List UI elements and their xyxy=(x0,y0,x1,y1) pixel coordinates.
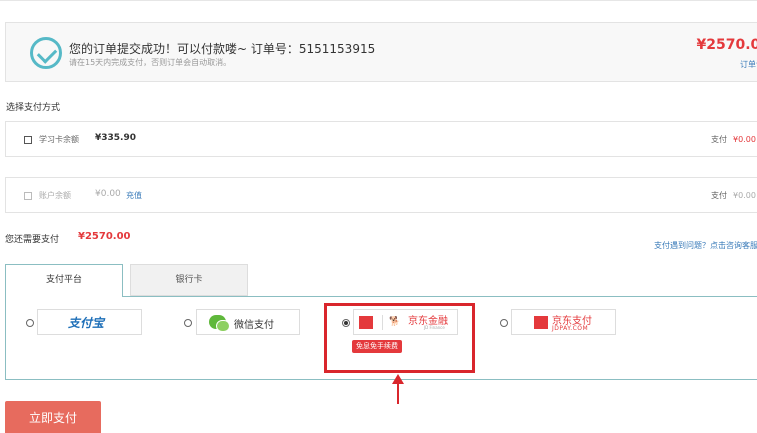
wechat-pay-label: 微信支付 xyxy=(234,320,274,331)
order-detail-link[interactable]: 订单详情 xyxy=(740,59,757,70)
alipay-option[interactable]: 支付宝 xyxy=(37,309,142,335)
pay-value: ¥0.00 xyxy=(733,191,756,200)
payment-method-heading: 选择支付方式 xyxy=(6,103,61,113)
study-card-label: 学习卡余额 xyxy=(39,135,79,144)
pay-now-button[interactable]: 立即支付 xyxy=(5,401,101,433)
wechat-icon xyxy=(209,315,230,332)
need-pay-amount: ¥2570.00 xyxy=(78,231,131,242)
account-balance-pay: 支付 ¥0.00 xyxy=(711,190,756,201)
payment-help-link[interactable]: 支付遇到问题？点击咨询客服 xyxy=(654,240,757,251)
highlight-frame xyxy=(324,303,475,373)
account-balance-checkbox[interactable] xyxy=(24,192,32,200)
account-balance-row: 账户余额 ¥0.00 充值 支付 ¥0.00 xyxy=(5,177,757,213)
jd-pay-option[interactable]: 京东支付 JDPAY.COM xyxy=(511,309,616,335)
wechat-pay-option[interactable]: 微信支付 xyxy=(196,309,300,335)
tab-payment-platform[interactable]: 支付平台 xyxy=(5,264,123,297)
jd-pay-sub: JDPAY.COM xyxy=(552,325,589,332)
alipay-logo: 支付宝 xyxy=(68,316,105,330)
success-title: 您的订单提交成功！可以付款喽~ 订单号：5151153915 xyxy=(69,42,376,56)
arrow-up-icon xyxy=(392,374,404,404)
order-success-banner: 您的订单提交成功！可以付款喽~ 订单号：5151153915 请在15天内完成支… xyxy=(5,22,757,82)
tab-bank-card[interactable]: 银行卡 xyxy=(130,264,248,296)
recharge-link[interactable]: 充值 xyxy=(126,190,142,201)
pay-label: 支付 xyxy=(711,191,727,200)
pay-label: 支付 xyxy=(711,135,727,144)
top-divider xyxy=(0,0,757,3)
order-total: ¥2570.00 xyxy=(696,37,757,53)
study-card-checkbox[interactable] xyxy=(24,136,32,144)
study-card-amount: ¥335.90 xyxy=(95,133,136,143)
account-balance-amount: ¥0.00 xyxy=(95,189,121,199)
check-circle-icon xyxy=(30,37,62,69)
jd-pay-radio[interactable] xyxy=(500,319,508,327)
account-balance-label: 账户余额 xyxy=(39,191,71,200)
alipay-radio[interactable] xyxy=(26,319,34,327)
study-card-balance-row: 学习卡余额 ¥335.90 支付 ¥0.00 xyxy=(5,121,757,157)
study-card-pay: 支付 ¥0.00 xyxy=(711,134,756,145)
pay-value: ¥0.00 xyxy=(733,135,756,144)
success-subtitle: 请在15天内完成支付，否则订单会自动取消。 xyxy=(69,58,232,67)
wechat-pay-radio[interactable] xyxy=(184,319,192,327)
jd-pay-icon xyxy=(534,316,548,329)
need-pay-label: 您还需要支付 xyxy=(5,235,60,245)
